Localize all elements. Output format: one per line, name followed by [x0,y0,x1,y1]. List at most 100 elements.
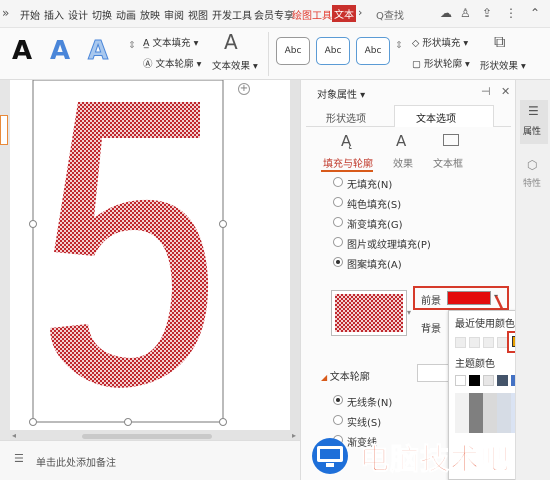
slide-thumbnail-strip[interactable] [0,80,10,440]
shape-outline-button[interactable]: ▢ 形状轮廓 ▾ [412,56,470,70]
outline-radio-none[interactable] [333,395,343,405]
subtab-effect[interactable]: 效果 [393,155,413,170]
subtab-fill-outline[interactable]: 填充与轮廓 [323,155,373,170]
collapse-triangle-icon: ◢ [321,373,330,382]
menu-review[interactable]: 审阅 [164,7,184,22]
gallery-more-icon[interactable]: ⇕ [128,40,136,51]
menu-text-tools[interactable]: 文本 [332,5,356,22]
horizontal-scrollbar[interactable] [82,434,212,439]
text-effect-icon: A [224,30,238,54]
scroll-left-icon[interactable]: ◂ [12,431,16,440]
digit-artwork[interactable] [10,80,290,430]
menu-developer[interactable]: 开发工具 [212,7,252,22]
cloud-icon[interactable]: ☁ [440,6,452,20]
resize-handle-bottom[interactable] [124,418,132,426]
background-label: 背景 [421,324,441,335]
slide-thumbnail[interactable] [0,115,8,145]
resize-handle-left[interactable] [29,220,37,228]
text-fill-button[interactable]: A̲ 文本填充 ▾ [143,35,198,49]
panel-title[interactable]: 对象属性 ▾ [317,86,365,101]
fill-option-gradient[interactable]: 渐变填充(G) [347,216,403,231]
menu-transition[interactable]: 切换 [92,7,112,22]
pattern-dropdown-icon[interactable]: ▾ [407,308,411,317]
menu-slideshow[interactable]: 放映 [140,7,160,22]
fill-option-solid[interactable]: 纯色填充(S) [347,196,401,211]
menu-member[interactable]: 会员专享 [254,7,294,22]
outline-radio-solid[interactable] [333,415,343,425]
close-icon[interactable]: ✕ [501,85,510,98]
sliders-icon: ☰ [528,104,539,118]
fill-option-none[interactable]: 无填充(N) [347,176,392,191]
shape-gallery-more-icon[interactable]: ⇕ [395,40,403,51]
tab-text-options[interactable]: 文本选项 [416,110,456,125]
fill-radio-pattern[interactable] [333,257,343,267]
collapse-icon[interactable]: ⌃ [530,6,540,20]
notes-bar[interactable]: ☰ 单击此处添加备注 [0,440,300,480]
fill-radio-picture[interactable] [333,237,343,247]
text-effect-button[interactable]: 文本效果 ▾ [212,58,258,72]
monitor-logo-icon [312,438,348,474]
menu-design[interactable]: 设计 [68,7,88,22]
pattern-preview[interactable] [331,290,407,336]
properties-tab[interactable]: ☰ 属性 [520,100,548,144]
shape-effect-button[interactable]: 形状效果 ▾ [480,58,526,72]
menu-drawing-tools[interactable]: 绘图工具 [292,7,332,22]
share-icon[interactable]: ⇪ [482,6,492,20]
fill-option-pattern[interactable]: 图案填充(A) [347,256,402,271]
menu-view[interactable]: 视图 [188,7,208,22]
theme-swatch-white[interactable] [455,375,466,386]
resize-handle-bottom-left[interactable] [29,418,37,426]
theme-swatch-navy[interactable] [497,375,508,386]
style-tab[interactable]: 特性 [523,176,541,189]
theme-colors-label: 主题颜色 [455,359,495,370]
fill-outline-icon: Ą [341,132,352,150]
text-style-outline-a[interactable]: A [87,36,108,67]
pin-icon[interactable]: ⊣ [481,85,491,98]
recent-swatch-2[interactable] [469,337,480,348]
menu-animation[interactable]: 动画 [116,7,136,22]
chevron-right-icon[interactable]: › [358,6,362,19]
recent-swatch-1[interactable] [455,337,466,348]
text-outline-icon: Ⓐ [143,59,156,70]
text-outline-button[interactable]: Ⓐ 文本轮廓 ▾ [143,56,201,70]
theme-swatch-black[interactable] [469,375,480,386]
outline-option-solid[interactable]: 实线(S) [347,414,381,429]
more-icon[interactable]: ⋮ [505,6,517,20]
fill-option-picture[interactable]: 图片或纹理填充(P) [347,236,431,251]
slide-page[interactable] [10,80,290,430]
outline-option-none[interactable]: 无线条(N) [347,394,392,409]
fill-radio-gradient[interactable] [333,217,343,227]
shape-fill-button[interactable]: ◇ 形状填充 ▾ [412,35,468,49]
more-menu-icon[interactable]: » [2,6,9,20]
ribbon: A A A ⇕ A̲ 文本填充 ▾ Ⓐ 文本轮廓 ▾ A 文本效果 ▾ Abc … [0,28,550,80]
recent-swatch-3[interactable] [483,337,494,348]
add-icon[interactable]: + [238,83,250,95]
text-style-blue-a[interactable]: A [50,36,70,66]
menu-home[interactable]: 开始 [20,7,40,22]
tab-shape-options[interactable]: 形状选项 [326,110,366,125]
notes-icon: ☰ [14,452,24,465]
shape-effect-icon: ⧉ [494,32,506,51]
text-style-black-a[interactable]: A [12,36,32,66]
outline-section-header[interactable]: ◢ 文本轮廓 [321,368,370,383]
fill-radio-solid[interactable] [333,197,343,207]
shape-style-1[interactable]: Abc [276,37,310,65]
watermark: 电脑技术吧 [300,430,550,480]
user-icon[interactable]: ♙ [460,6,471,20]
resize-handle-right[interactable] [219,220,227,228]
search-box[interactable]: Q查找 [376,7,404,22]
textbox-icon [443,134,459,146]
scroll-right-icon[interactable]: ▸ [292,431,296,440]
theme-swatch-gray[interactable] [483,375,494,386]
menu-insert[interactable]: 插入 [44,7,64,22]
shape-style-2[interactable]: Abc [316,37,350,65]
resize-handle-bottom-right[interactable] [219,418,227,426]
subtab-textbox[interactable]: 文本框 [433,155,463,170]
shape-style-3[interactable]: Abc [356,37,390,65]
foreground-color-button[interactable] [447,291,491,305]
outline-color-field[interactable] [417,364,449,382]
text-fill-icon: A̲ [143,38,153,49]
slide-canvas[interactable]: + ◂ ▸ [10,80,300,440]
fill-radio-none[interactable] [333,177,343,187]
notes-placeholder[interactable]: 单击此处添加备注 [36,454,116,469]
